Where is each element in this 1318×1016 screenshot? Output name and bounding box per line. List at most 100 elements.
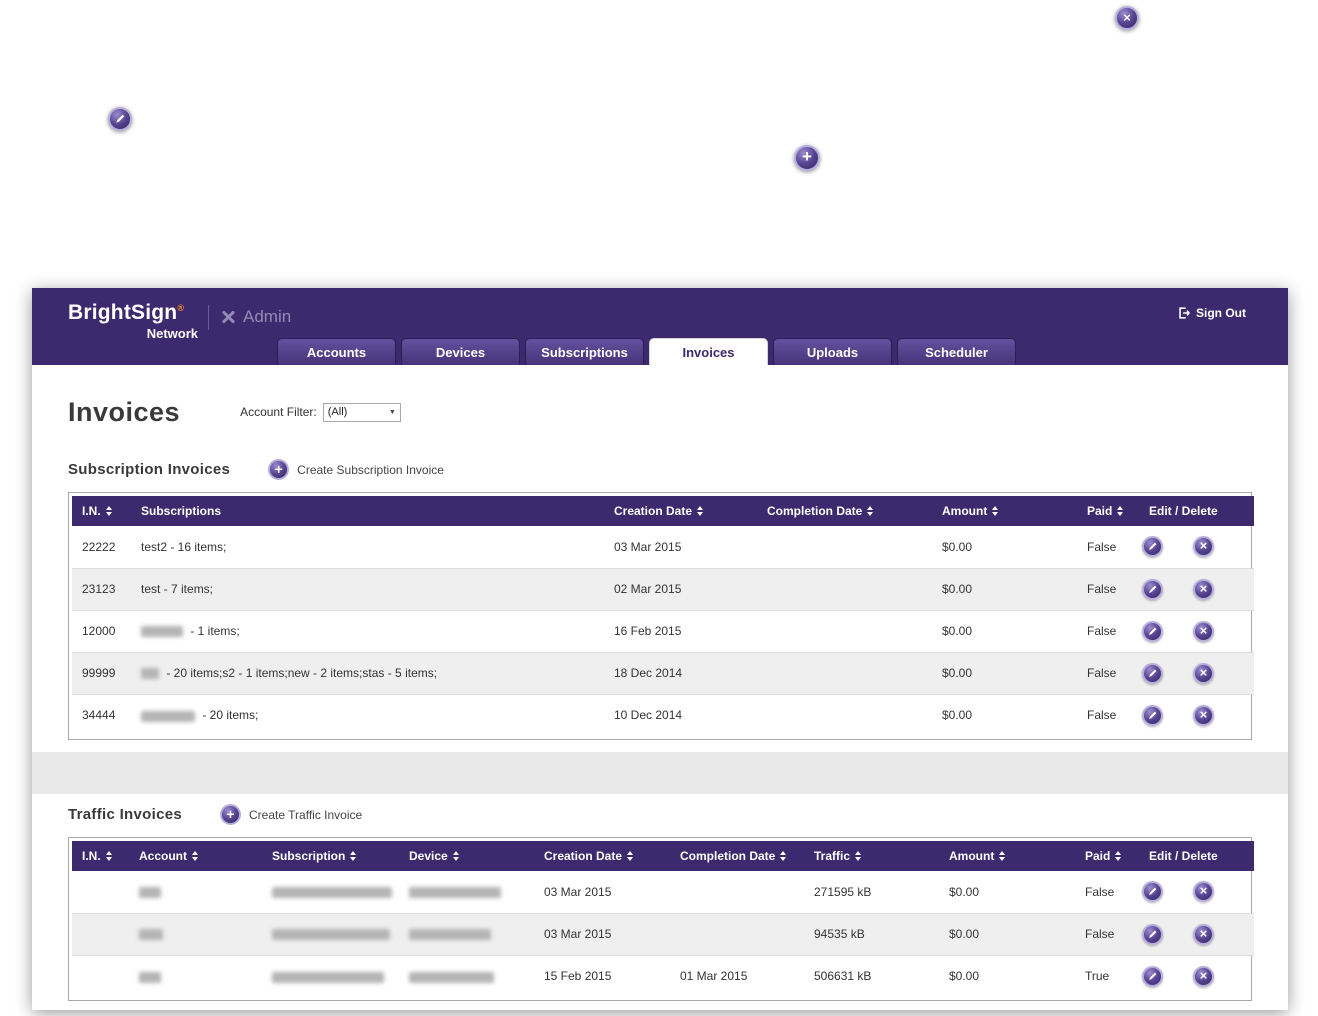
column-header-traffic[interactable]: Traffic <box>804 841 939 871</box>
redacted-text <box>409 971 494 983</box>
column-header-paid[interactable]: Paid <box>1077 496 1139 526</box>
column-header-paid[interactable]: Paid <box>1075 841 1139 871</box>
column-header-i-n-[interactable]: I.N. <box>72 496 131 526</box>
table-row: 12000 - 1 items; 16 Feb 2015 $0.00 False × <box>72 609 1254 652</box>
tab-uploads[interactable]: Uploads <box>773 338 892 365</box>
cell-in <box>72 912 129 955</box>
sort-icon[interactable] <box>999 851 1006 861</box>
account-filter-select[interactable]: (All) ▼ <box>322 402 401 422</box>
cell-subscriptions: - 20 items;s2 - 1 items;new - 2 items;st… <box>131 651 604 694</box>
sort-icon[interactable] <box>992 506 999 516</box>
table-row: 15 Feb 2015 01 Mar 2015 506631 kB $0.00 True… <box>72 954 1254 997</box>
registered-mark: ® <box>177 303 185 313</box>
cell-in: 22222 <box>82 539 116 554</box>
cell-account <box>129 871 262 913</box>
edit-button[interactable] <box>1142 965 1163 987</box>
cell-paid: True <box>1075 954 1139 997</box>
logo-network: Network <box>146 326 198 341</box>
cell-amount: $0.00 <box>939 954 1075 997</box>
cell-actions: × <box>1139 912 1254 955</box>
cell-actions: × <box>1139 693 1254 736</box>
column-header-edit-delete: Edit / Delete <box>1139 496 1254 526</box>
cell-actions: × <box>1139 526 1254 568</box>
cell-paid: False <box>1077 651 1139 694</box>
column-header-subscription[interactable]: Subscription <box>262 841 399 871</box>
cell-traffic: 271595 kB <box>814 884 872 899</box>
cell-paid: False <box>1077 567 1139 610</box>
column-header-amount[interactable]: Amount <box>932 496 1077 526</box>
redacted-text <box>272 929 390 941</box>
edit-button[interactable] <box>1142 536 1163 558</box>
column-header-i-n-[interactable]: I.N. <box>72 841 129 871</box>
edit-button[interactable] <box>1142 662 1163 684</box>
create-subscription-invoice-button[interactable]: + Create Subscription Invoice <box>268 459 444 480</box>
logo-main: BrightSign® <box>68 301 185 324</box>
column-header-completion-date[interactable]: Completion Date <box>670 841 804 871</box>
close-icon[interactable]: × <box>1115 6 1139 30</box>
subscription-invoices-section-header: Subscription Invoices + Create Subscript… <box>32 459 1288 480</box>
cell-completion <box>757 609 932 652</box>
sort-icon[interactable] <box>780 851 787 861</box>
cell-completion <box>757 526 932 568</box>
redacted-text <box>272 887 392 899</box>
tab-devices[interactable]: Devices <box>401 338 520 365</box>
column-header-account[interactable]: Account <box>129 841 262 871</box>
sort-icon[interactable] <box>697 506 704 516</box>
column-header-creation-date[interactable]: Creation Date <box>604 496 757 526</box>
add-icon[interactable]: + <box>794 145 820 171</box>
sort-icon[interactable] <box>855 851 862 861</box>
delete-button[interactable]: × <box>1193 620 1214 642</box>
tab-scheduler[interactable]: Scheduler <box>897 338 1016 365</box>
cell-actions: × <box>1139 609 1254 652</box>
edit-button[interactable] <box>1142 578 1163 600</box>
delete-button[interactable]: × <box>1193 536 1214 558</box>
traffic-invoices-heading: Traffic Invoices <box>68 806 183 823</box>
cell-amount: $0.00 <box>949 884 980 899</box>
delete-button[interactable]: × <box>1193 881 1214 903</box>
tab-subscriptions[interactable]: Subscriptions <box>525 338 644 365</box>
column-header-creation-date[interactable]: Creation Date <box>534 841 670 871</box>
column-header-device[interactable]: Device <box>399 841 534 871</box>
cell-in: 99999 <box>72 651 131 694</box>
cell-paid: False <box>1085 884 1115 899</box>
cell-actions: × <box>1139 871 1254 913</box>
cell-amount: $0.00 <box>932 693 1077 736</box>
sort-icon[interactable] <box>627 851 634 861</box>
sort-icon[interactable] <box>192 851 198 861</box>
edit-icon[interactable] <box>108 107 132 131</box>
delete-button[interactable]: × <box>1193 662 1214 684</box>
column-header-amount[interactable]: Amount <box>939 841 1075 871</box>
add-icon: + <box>268 459 290 480</box>
sort-icon[interactable] <box>350 851 357 861</box>
edit-button[interactable] <box>1142 881 1163 903</box>
cell-paid: False <box>1077 609 1139 652</box>
edit-button[interactable] <box>1142 704 1163 726</box>
sort-icon[interactable] <box>1117 506 1124 516</box>
cell-amount: $0.00 <box>932 567 1077 610</box>
sort-icon[interactable] <box>105 506 112 516</box>
sort-icon[interactable] <box>867 506 874 516</box>
sort-icon[interactable] <box>452 851 459 861</box>
sort-icon[interactable] <box>1115 851 1122 861</box>
delete-button[interactable]: × <box>1193 704 1214 726</box>
cell-in: 23123 <box>72 567 131 610</box>
redacted-text <box>139 929 163 941</box>
cell-completion <box>670 871 804 913</box>
redacted-text <box>141 668 159 680</box>
create-traffic-invoice-button[interactable]: + Create Traffic Invoice <box>220 804 362 825</box>
app-window: BrightSign® Network Admin Sign Out Accou… <box>32 288 1288 1010</box>
cell-actions: × <box>1139 651 1254 694</box>
sort-icon[interactable] <box>105 851 112 861</box>
cell-subscription <box>262 954 399 997</box>
cell-subscriptions: - 1 items; <box>131 609 604 652</box>
column-header-completion-date[interactable]: Completion Date <box>757 496 932 526</box>
sign-out-button[interactable]: Sign Out <box>1171 305 1252 321</box>
tab-invoices[interactable]: Invoices <box>649 338 768 365</box>
edit-button[interactable] <box>1142 923 1163 945</box>
tab-accounts[interactable]: Accounts <box>277 338 396 365</box>
delete-button[interactable]: × <box>1193 923 1214 945</box>
traffic-invoices-table: I.N. Account Subscription Device Creation Da… <box>68 837 1254 1001</box>
delete-button[interactable]: × <box>1193 578 1214 600</box>
delete-button[interactable]: × <box>1193 965 1214 987</box>
edit-button[interactable] <box>1142 620 1163 642</box>
